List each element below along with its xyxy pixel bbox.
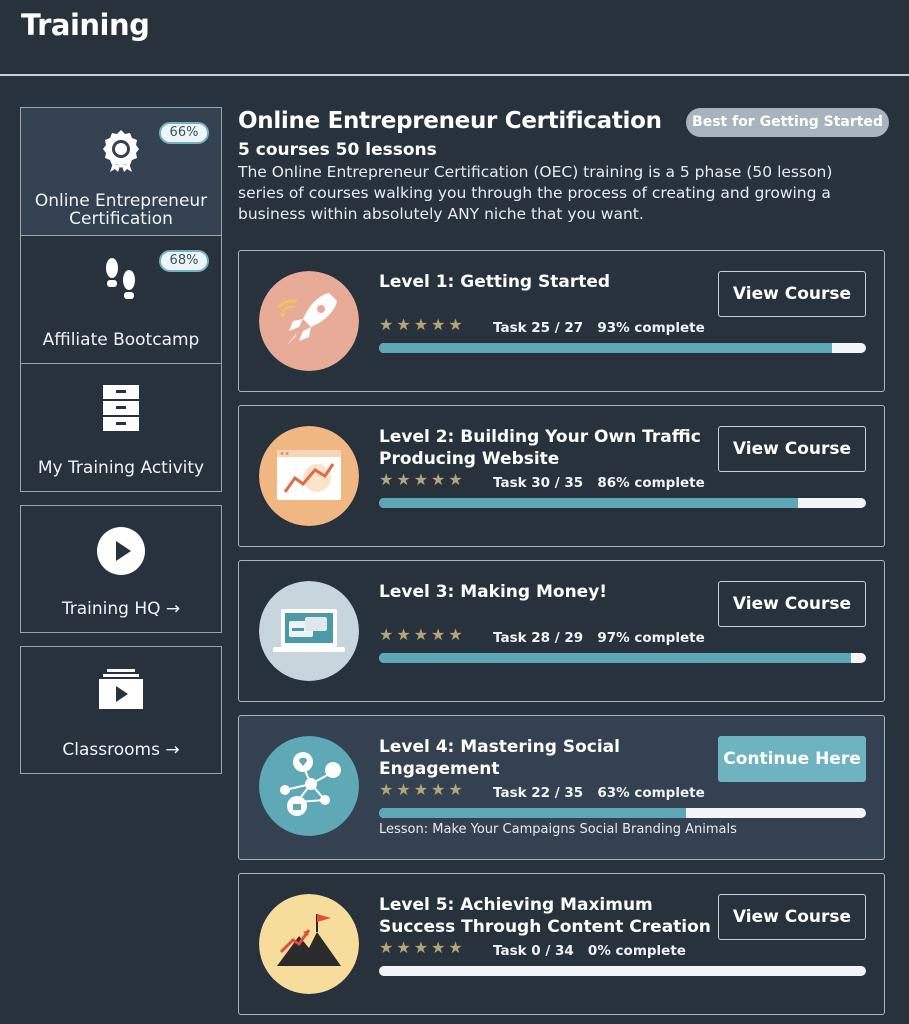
complete-text: 0% complete — [587, 943, 686, 959]
progress-fill — [379, 343, 832, 353]
page-header: Training — [0, 0, 909, 76]
progress-bar — [379, 498, 866, 508]
progress-fill — [379, 498, 798, 508]
rocket-icon — [259, 271, 359, 371]
level-card: Level 5: Achieving Maximum Success Throu… — [238, 873, 885, 1015]
course-subtitle: 5 courses 50 lessons — [238, 140, 437, 160]
complete-text: 86% complete — [597, 475, 705, 491]
sidebar-item-label: Classrooms → — [62, 740, 180, 760]
level-icon-circle — [259, 894, 359, 994]
continue-here-button[interactable]: Continue Here — [718, 736, 866, 782]
sidebar-item-affiliate-bootcamp[interactable]: 68% Affiliate Bootcamp — [20, 235, 222, 364]
task-text: Task 25 / 27 — [493, 320, 584, 336]
complete-text: 63% complete — [597, 785, 705, 801]
sidebar-item-label: Training HQ → — [61, 599, 181, 619]
progress-bar — [379, 653, 866, 663]
level-card: Level 3: Making Money! ★★★★★ Task 28 / 2… — [238, 560, 885, 702]
sidebar-item-online-entrepreneur-certification[interactable]: 66% Online Entrepreneur Certification — [20, 107, 222, 236]
task-count: Task 22 / 35 63% complete — [493, 785, 705, 801]
task-text: Task 0 / 34 — [493, 943, 574, 959]
current-lesson[interactable]: Lesson: Make Your Campaigns Social Brand… — [379, 822, 737, 837]
level-title: Level 3: Making Money! — [379, 582, 608, 602]
level-icon-circle — [259, 426, 359, 526]
task-text: Task 22 / 35 — [493, 785, 584, 801]
task-count: Task 30 / 35 86% complete — [493, 475, 705, 491]
progress-fill — [379, 808, 686, 818]
level-title: Level 4: Mastering Social Engagement — [379, 737, 620, 779]
view-course-button[interactable]: View Course — [718, 426, 866, 472]
rating-stars: ★★★★★ — [379, 315, 466, 334]
sidebar-item-my-training-activity[interactable]: My Training Activity — [20, 363, 222, 492]
complete-text: 93% complete — [597, 320, 705, 336]
course-description: The Online Entrepreneur Certification (O… — [238, 163, 833, 223]
level-icon-circle — [259, 581, 359, 681]
social-network-icon — [259, 736, 359, 836]
video-stack-icon — [99, 669, 143, 709]
sidebar-item-training-hq[interactable]: Training HQ → — [20, 505, 222, 633]
task-count: Task 0 / 34 0% complete — [493, 943, 686, 959]
course-title: Online Entrepreneur Certification — [238, 108, 662, 134]
mountain-flag-icon — [259, 894, 359, 994]
progress-badge: 68% — [159, 250, 209, 272]
complete-text: 97% complete — [597, 630, 705, 646]
task-count: Task 28 / 29 97% complete — [493, 630, 705, 646]
laptop-payment-icon — [259, 581, 359, 681]
progress-badge: 66% — [159, 122, 209, 144]
task-text: Task 28 / 29 — [493, 630, 584, 646]
play-circle-icon — [97, 527, 145, 575]
task-count: Task 25 / 27 93% complete — [493, 320, 705, 336]
level-card: Level 4: Mastering Social Engagement ★★★… — [238, 715, 885, 860]
level-icon-circle — [259, 271, 359, 371]
rating-stars: ★★★★★ — [379, 938, 466, 957]
best-for-badge: Best for Getting Started — [686, 108, 889, 137]
level-title: Level 5: Achieving Maximum Success Throu… — [379, 895, 711, 937]
level-card: Level 2: Building Your Own Traffic Produ… — [238, 405, 885, 547]
rating-stars: ★★★★★ — [379, 625, 466, 644]
rating-stars: ★★★★★ — [379, 780, 466, 799]
level-title: Level 2: Building Your Own Traffic Produ… — [379, 427, 701, 469]
rating-stars: ★★★★★ — [379, 470, 466, 489]
filing-cabinet-icon — [103, 385, 139, 431]
page-title: Training — [21, 8, 150, 42]
website-chart-icon — [259, 426, 359, 526]
progress-bar — [379, 808, 866, 818]
award-ribbon-icon — [103, 130, 139, 172]
sidebar-item-label: My Training Activity — [37, 458, 205, 478]
progress-bar — [379, 966, 866, 976]
view-course-button[interactable]: View Course — [718, 581, 866, 627]
sidebar-item-label: Affiliate Bootcamp — [42, 330, 200, 350]
progress-fill — [379, 653, 852, 663]
sidebar-item-classrooms[interactable]: Classrooms → — [20, 646, 222, 774]
progress-bar — [379, 343, 866, 353]
view-course-button[interactable]: View Course — [718, 894, 866, 940]
level-card: Level 1: Getting Started ★★★★★ Task 25 /… — [238, 250, 885, 392]
view-course-button[interactable]: View Course — [718, 271, 866, 317]
task-text: Task 30 / 35 — [493, 475, 584, 491]
footprints-icon — [106, 258, 135, 299]
level-icon-circle — [259, 736, 359, 836]
level-title: Level 1: Getting Started — [379, 272, 611, 292]
sidebar-item-label: Online Entrepreneur Certification — [34, 191, 208, 229]
